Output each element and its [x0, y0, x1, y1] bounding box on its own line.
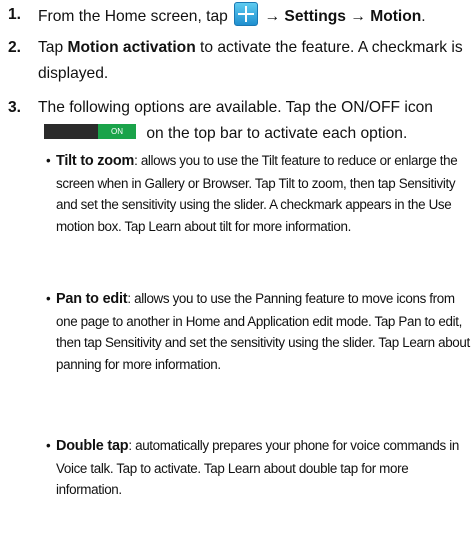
on-off-toggle-icon: ON: [44, 124, 136, 139]
step-number: 3.: [8, 99, 22, 116]
apps-grid-icon: [234, 2, 259, 26]
step-number: 1.: [8, 6, 22, 23]
bullet-text: Pan to edit: allows you to use the Panni…: [56, 291, 470, 372]
instruction-page: 1. From the Home screen, tap → Settings …: [0, 0, 475, 539]
step-text: From the Home screen, tap → Settings → M…: [38, 2, 470, 30]
step-1: 1. From the Home screen, tap → Settings …: [8, 2, 470, 30]
bullet-text: Double tap: automatically prepares your …: [56, 438, 459, 497]
bullet-text: Tilt to zoom: allows you to use the Tilt…: [56, 153, 458, 234]
step-number: 2.: [8, 39, 22, 56]
bullet-double-tap: • Double tap: automatically prepares you…: [46, 435, 470, 501]
step-2: 2. Tap Motion activation to activate the…: [8, 35, 470, 87]
bullet-title: Tilt to zoom: [56, 153, 135, 169]
step-text: The following options are available. Tap…: [38, 99, 433, 142]
menu-path: → Settings → Motion: [264, 8, 422, 25]
bullet-dot: •: [46, 153, 51, 168]
bullet-title: Double tap: [56, 438, 129, 454]
bullet-title: Pan to edit: [56, 291, 128, 307]
bullet-dot: •: [46, 291, 51, 306]
toggle-on-label: ON: [98, 124, 136, 139]
bullet-pan-to-edit: • Pan to edit: allows you to use the Pan…: [46, 288, 470, 375]
step-text: Tap Motion activation to activate the fe…: [38, 39, 463, 82]
motion-activation-term: Motion activation: [67, 39, 196, 56]
step-3: 3. The following options are available. …: [8, 95, 470, 147]
bullet-dot: •: [46, 438, 51, 453]
bullet-tilt-to-zoom: • Tilt to zoom: allows you to use the Ti…: [46, 150, 470, 237]
